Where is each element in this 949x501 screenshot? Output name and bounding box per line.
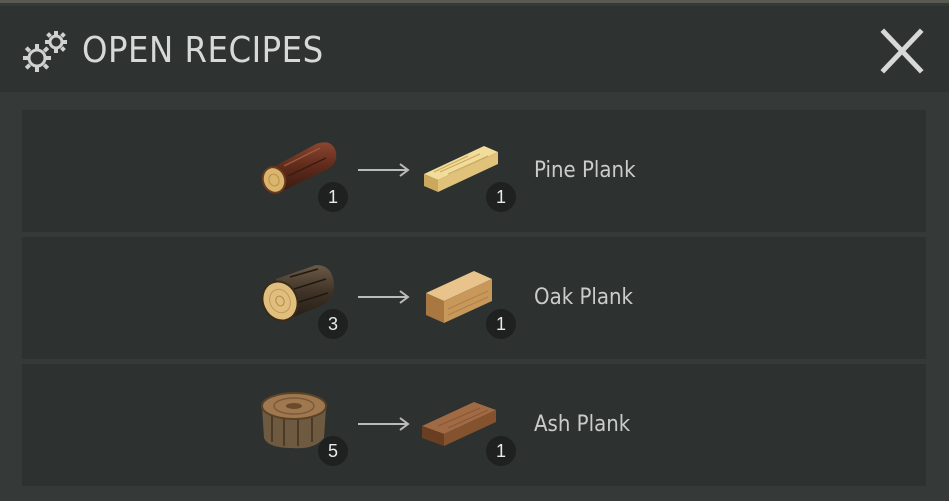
recipes-window: OPEN RECIPES 1 1 Pine Plank 3 1 Oak Plan… <box>0 0 949 501</box>
recipe-row-pine-plank[interactable]: 1 1 Pine Plank <box>22 110 926 232</box>
output-quantity-badge: 1 <box>486 182 516 212</box>
recipe-name: Pine Plank <box>534 158 636 183</box>
arrow-right-icon <box>358 417 410 431</box>
input-quantity-badge: 3 <box>318 309 348 339</box>
recipe-row-ash-plank[interactable]: 5 1 Ash Plank <box>22 364 926 486</box>
input-quantity-badge: 5 <box>318 436 348 466</box>
gears-icon <box>23 31 67 72</box>
arrow-right-icon <box>358 290 410 304</box>
output-quantity-badge: 1 <box>486 309 516 339</box>
recipe-list: 1 1 Pine Plank 3 1 Oak Plank 5 1 Ash Pla… <box>22 110 926 491</box>
window-title: OPEN RECIPES <box>82 30 324 71</box>
recipe-name: Ash Plank <box>534 412 631 437</box>
input-quantity-badge: 1 <box>318 182 348 212</box>
arrow-right-icon <box>358 163 410 177</box>
recipe-row-oak-plank[interactable]: 3 1 Oak Plank <box>22 237 926 359</box>
titlebar: OPEN RECIPES <box>0 6 949 92</box>
output-quantity-badge: 1 <box>486 436 516 466</box>
recipe-name: Oak Plank <box>534 285 634 310</box>
close-icon[interactable] <box>876 28 928 76</box>
